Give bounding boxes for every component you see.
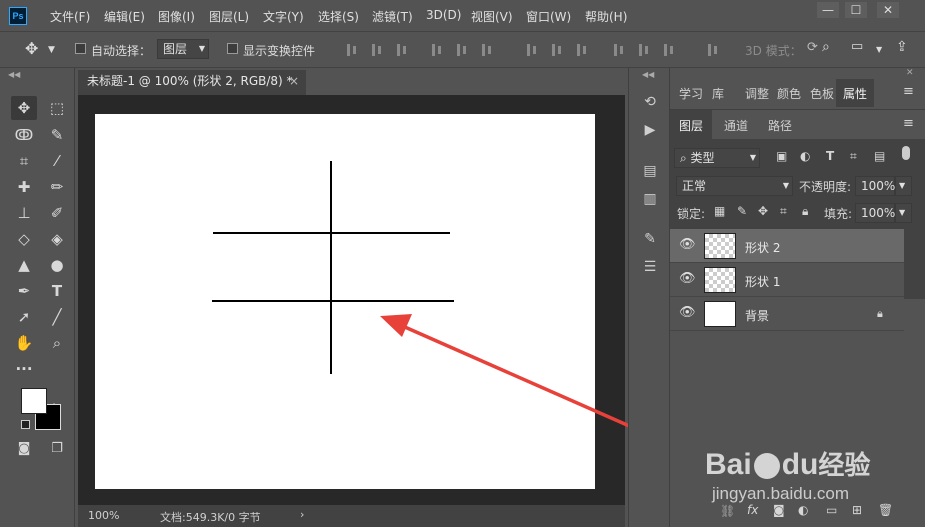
blend-mode-dropdown[interactable]: 正常 ▼	[676, 176, 793, 196]
visibility-eye-icon[interactable]: 👁︎	[679, 272, 696, 286]
filter-adjustment-icon[interactable]: ◐	[800, 149, 810, 163]
tab-paths[interactable]: 路径	[768, 117, 792, 134]
actions-play-icon[interactable]: ▶	[641, 121, 659, 139]
layer-name: 背景	[745, 309, 770, 323]
collapsed-panels-strip: ◀◀ ⟲ ▶ ▤ ▥ ✎ ☰	[628, 68, 670, 527]
fill-chevron-icon[interactable]: ▼	[895, 203, 912, 223]
tab-properties[interactable]: 属性	[836, 79, 875, 107]
opacity-chevron-icon[interactable]: ▼	[895, 176, 912, 196]
paw-icon	[753, 453, 780, 480]
layers-panel-body: ⌕ 类型 ▼ ▣ ◐ T ⌗ ▤ 正常 ▼ 不透明度: 100% ▼ 锁定: ▦ ✎…	[670, 139, 925, 299]
layer-thumbnail	[704, 267, 736, 293]
watermark-url: jingyan.baidu.com	[712, 484, 850, 503]
lock-transparent-icon[interactable]: ▦	[714, 204, 725, 218]
new-adjustment-icon[interactable]: ◐	[798, 503, 808, 517]
blend-mode-value: 正常	[682, 179, 707, 193]
panel-menu-icon[interactable]: ≡	[903, 84, 914, 99]
properties-panel-icon[interactable]: ▤	[641, 162, 659, 180]
filter-shape-icon[interactable]: ⌗	[850, 149, 857, 164]
lock-pixels-icon[interactable]: ✎	[737, 204, 747, 218]
tab-layers[interactable]: 图层	[670, 110, 713, 140]
fill-input[interactable]: 100%	[855, 203, 895, 223]
layers-bottom-bar: ⛓︎ fx ◙ ◐ ▭ ⊞ 🗑︎	[670, 500, 925, 527]
layer-name: 形状 1	[745, 275, 781, 289]
visibility-eye-icon[interactable]: 👁︎	[679, 306, 696, 320]
filter-type-icon[interactable]: T	[826, 149, 834, 163]
chevron-down-icon: ▼	[782, 181, 789, 190]
status-bar: 100% 文档:549.3K/0 字节 ›	[78, 505, 625, 527]
layer-thumbnail	[704, 301, 736, 327]
layers-tab-row: 图层 通道 路径 ≡	[670, 109, 925, 140]
lock-artboard-icon[interactable]: ⌗	[780, 204, 787, 219]
lock-position-icon[interactable]: ✥	[758, 204, 768, 218]
tab-swatches[interactable]: 色板	[810, 85, 834, 102]
watermark-du: du	[781, 448, 819, 481]
fill-label: 填充:	[824, 207, 853, 221]
layer-thumbnail	[704, 233, 736, 259]
new-group-icon[interactable]: ▭	[826, 503, 837, 517]
close-panel-icon[interactable]: ✕	[906, 68, 914, 78]
tab-libraries[interactable]: 库	[712, 85, 724, 102]
lock-icon: 🔒︎	[877, 307, 883, 320]
opacity-label: 不透明度:	[799, 180, 852, 194]
lock-all-icon[interactable]: 🔒︎	[802, 204, 808, 219]
chevron-down-icon: ▼	[749, 153, 756, 162]
collapse-icon[interactable]: ◀◀	[642, 70, 654, 79]
adjustments-panel-icon[interactable]: ☰	[641, 258, 659, 276]
layer-style-icon[interactable]: fx	[747, 503, 758, 517]
layer-filter-dropdown[interactable]: ⌕ 类型 ▼	[674, 148, 760, 168]
layer-name: 形状 2	[745, 241, 781, 255]
visibility-eye-icon[interactable]: 👁︎	[679, 238, 696, 252]
tab-color[interactable]: 颜色	[777, 85, 801, 102]
lock-label: 锁定:	[677, 207, 706, 221]
layer-filter-value: 类型	[690, 151, 715, 165]
watermark-jingyan: 经验	[818, 451, 871, 481]
add-mask-icon[interactable]: ◙	[773, 503, 785, 517]
arrow-shaft	[397, 322, 644, 434]
layer-row-shape-1[interactable]: 👁︎ 形状 1	[670, 263, 904, 297]
tab-adjustments[interactable]: 调整	[745, 85, 769, 102]
filter-toggle-icon[interactable]	[902, 146, 910, 160]
layers-menu-icon[interactable]: ≡	[903, 116, 914, 131]
baidu-watermark: Bai du经验	[705, 445, 870, 482]
layer-row-background[interactable]: 👁︎ 背景 🔒︎	[670, 297, 904, 331]
zoom-level[interactable]: 100%	[88, 509, 119, 522]
filter-smart-object-icon[interactable]: ▤	[874, 149, 885, 163]
arrow-head	[380, 314, 412, 337]
tab-channels[interactable]: 通道	[724, 117, 748, 134]
watermark-bai: Bai	[705, 448, 752, 481]
layer-row-shape-2[interactable]: 👁︎ 形状 2	[670, 229, 904, 263]
brush-panel-icon[interactable]: ✎	[641, 230, 659, 248]
delete-layer-icon[interactable]: 🗑︎	[878, 503, 893, 517]
tab-learn[interactable]: 学习	[679, 85, 703, 102]
new-layer-icon[interactable]: ⊞	[852, 503, 862, 517]
opacity-input[interactable]: 100%	[855, 176, 895, 196]
document-info: 文档:549.3K/0 字节	[160, 511, 261, 524]
status-menu-arrow-icon[interactable]: ›	[300, 508, 304, 521]
link-layers-icon[interactable]: ⛓︎	[720, 504, 735, 518]
filter-pixel-icon[interactable]: ▣	[776, 149, 787, 163]
history-panel-icon[interactable]: ⟲	[641, 93, 659, 111]
notes-panel-icon[interactable]: ▥	[641, 190, 659, 208]
search-icon: ⌕	[680, 151, 691, 165]
